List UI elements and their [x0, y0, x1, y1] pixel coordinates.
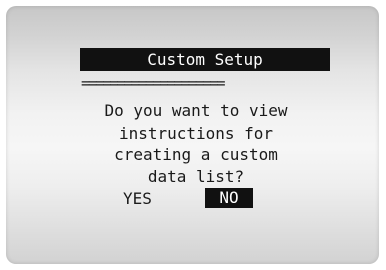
title-bar: Custom Setup — [80, 48, 330, 71]
title-divider: ==================== — [81, 75, 226, 91]
prompt-line-4: data list? — [147, 167, 245, 186]
prompt-line-2: instructions for — [118, 124, 274, 143]
lcd-screen: Custom Setup ==================== Do you… — [6, 6, 379, 264]
no-button[interactable]: NO — [205, 188, 253, 208]
prompt-line-1: Do you want to view — [104, 101, 288, 120]
yes-button[interactable]: YES — [123, 189, 152, 209]
prompt-line-3: creating a custom — [114, 145, 278, 164]
screen-title: Custom Setup — [147, 50, 263, 69]
